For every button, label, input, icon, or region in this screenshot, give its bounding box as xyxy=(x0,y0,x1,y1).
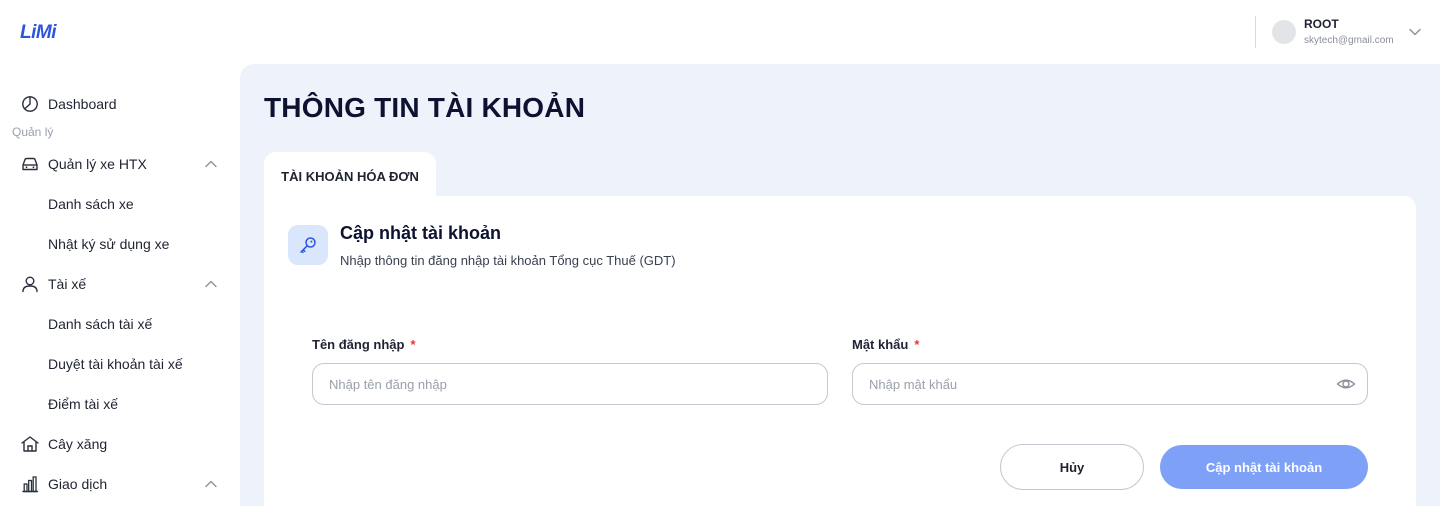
password-label-text: Mật khẩu xyxy=(852,337,909,352)
sidebar-item-driver-score[interactable]: Điểm tài xế xyxy=(0,384,240,424)
key-icon xyxy=(288,225,328,265)
logo-prefix: Li xyxy=(20,22,36,43)
sidebar-item-label: Điểm tài xế xyxy=(48,396,119,412)
avatar[interactable] xyxy=(1272,20,1296,44)
user-icon xyxy=(20,274,40,294)
account-card: Cập nhật tài khoản Nhập thông tin đăng n… xyxy=(264,196,1416,506)
dashboard-icon xyxy=(20,94,40,114)
tab-invoice-account[interactable]: TÀI KHOẢN HÓA ĐƠN xyxy=(264,152,436,200)
chevron-down-icon[interactable] xyxy=(1408,26,1422,38)
sidebar-item-label: Tài xế xyxy=(48,276,87,292)
logo-suffix: Mi xyxy=(35,22,57,43)
sidebar-item-dashboard[interactable]: Dashboard xyxy=(0,84,240,124)
sidebar-item-vehicle-management[interactable]: Quản lý xe HTX xyxy=(0,144,240,184)
sidebar-item-label: Danh sách tài xế xyxy=(48,316,153,332)
sidebar-item-label: Danh sách xe xyxy=(48,196,134,212)
car-icon xyxy=(20,154,40,174)
required-mark: * xyxy=(914,337,920,352)
chevron-up-icon[interactable] xyxy=(204,279,218,289)
logo[interactable]: LiMi xyxy=(20,22,57,44)
chevron-up-icon[interactable] xyxy=(204,159,218,169)
sidebar-item-vehicle-list[interactable]: Danh sách xe xyxy=(0,184,240,224)
page-title: THÔNG TIN TÀI KHOẢN xyxy=(264,92,586,123)
user-name: ROOT xyxy=(1304,17,1339,31)
sidebar: Dashboard Quản lý Quản lý xe HTX Danh sá… xyxy=(0,64,240,506)
bar-chart-icon xyxy=(20,474,40,494)
sidebar-item-label: Dashboard xyxy=(48,96,117,112)
sidebar-item-label: Duyệt tài khoản tài xế xyxy=(48,356,183,372)
sidebar-item-vehicle-log[interactable]: Nhật ký sử dụng xe xyxy=(0,224,240,264)
header-divider xyxy=(1255,16,1256,48)
user-email: skytech@gmail.com xyxy=(1304,35,1394,46)
eye-icon[interactable] xyxy=(1336,374,1356,394)
home-icon xyxy=(20,434,40,454)
sidebar-item-label: Quản lý xe HTX xyxy=(48,156,147,172)
chevron-up-icon[interactable] xyxy=(204,479,218,489)
main-content: THÔNG TIN TÀI KHOẢN TÀI KHOẢN HÓA ĐƠN Cậ… xyxy=(240,64,1440,506)
sidebar-item-transactions[interactable]: Giao dịch xyxy=(0,464,240,504)
sidebar-item-drivers[interactable]: Tài xế xyxy=(0,264,240,304)
card-title: Cập nhật tài khoản xyxy=(340,223,502,243)
update-account-button[interactable]: Cập nhật tài khoản xyxy=(1160,445,1368,489)
sidebar-item-label: Nhật ký sử dụng xe xyxy=(48,236,170,252)
sidebar-item-driver-approval[interactable]: Duyệt tài khoản tài xế xyxy=(0,344,240,384)
username-label-text: Tên đăng nhập xyxy=(312,337,405,352)
cancel-button[interactable]: Hủy xyxy=(1000,444,1144,490)
required-mark: * xyxy=(410,337,416,352)
password-label: Mật khẩu * xyxy=(852,337,919,352)
top-header: LiMi ROOT skytech@gmail.com xyxy=(0,0,1440,64)
username-label: Tên đăng nhập * xyxy=(312,337,416,352)
password-input[interactable] xyxy=(852,363,1368,405)
sidebar-item-label: Cây xăng xyxy=(48,436,108,452)
card-subtitle: Nhập thông tin đăng nhập tài khoản Tổng … xyxy=(340,253,676,268)
sidebar-section-label: Quản lý xyxy=(12,125,54,139)
sidebar-item-gas-station[interactable]: Cây xăng xyxy=(0,424,240,464)
username-input[interactable] xyxy=(312,363,828,405)
sidebar-item-driver-list[interactable]: Danh sách tài xế xyxy=(0,304,240,344)
sidebar-item-label: Giao dịch xyxy=(48,476,108,492)
